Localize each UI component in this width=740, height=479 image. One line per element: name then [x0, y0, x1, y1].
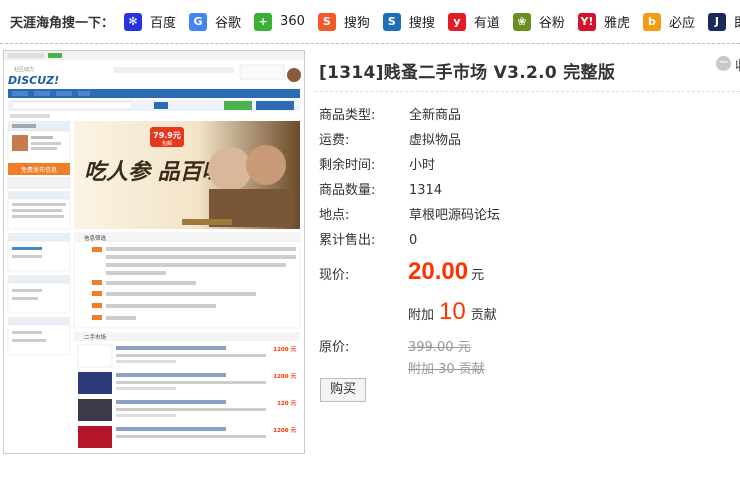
jike-icon: J: [707, 12, 726, 31]
sogou-icon: S: [317, 12, 336, 31]
field-value: 草根吧源码论坛: [409, 208, 501, 223]
engine-gufen[interactable]: ❀ 谷粉: [512, 12, 565, 31]
filter-title: 信息筛选: [84, 234, 107, 242]
extra-unit: 贡献: [470, 308, 497, 323]
field-quantity: 商品数量: 1314: [319, 179, 442, 198]
engine-yahoo[interactable]: Y! 雅虎: [577, 12, 630, 31]
current-price-row: 现价: 20.00 元: [319, 258, 484, 286]
banner-badge-sub: 包邮: [162, 140, 172, 147]
field-label: 运费:: [319, 133, 350, 148]
minus-icon[interactable]: −: [716, 56, 731, 71]
engine-label: 即刻: [734, 12, 740, 31]
listing-price: 1200 元: [273, 373, 296, 380]
post-info-button: 免费发布信息: [21, 166, 57, 174]
price-unit: 元: [471, 268, 485, 283]
engine-soso[interactable]: S 搜搜: [382, 12, 435, 31]
discuz-logo: DISCUZ!: [8, 74, 59, 87]
field-label: 商品类型:: [319, 108, 376, 123]
engine-label: 雅虎: [603, 16, 630, 31]
engine-label: 谷粉: [538, 16, 565, 31]
listing-price: 1200 元: [273, 427, 296, 434]
search-bar-label: 天涯海角搜一下：: [10, 16, 115, 31]
field-label: 商品数量:: [319, 183, 376, 198]
engine-list: ✻ 百度 G 谷歌 +360 S 搜狗 S 搜搜 y 有道 ❀ 谷粉 Y! 雅虎 b 必应 J 即刻: [124, 12, 740, 31]
field-value: 小时: [409, 158, 436, 173]
paw-icon: ✻: [124, 12, 143, 31]
field-shipping: 运费: 虚拟物品: [319, 129, 461, 148]
original-extra: 附加 30 贡献: [408, 362, 485, 377]
collapse-link[interactable]: 收: [735, 55, 740, 74]
field-product-type: 商品类型: 全新商品: [319, 104, 461, 123]
field-label: 剩余时间:: [319, 158, 376, 173]
original-price: 399.00 元: [408, 340, 471, 355]
bing-icon: b: [642, 12, 661, 31]
soso-icon: S: [382, 12, 401, 31]
360-icon: +: [254, 12, 273, 31]
section-title: 二手市场: [84, 333, 107, 341]
engine-youdao[interactable]: y 有道: [447, 12, 500, 31]
banner-price-badge: 79.9元: [153, 131, 181, 140]
engine-label: 搜搜: [408, 16, 435, 31]
listing-price: 1200 元: [273, 346, 296, 353]
field-time-left: 剩余时间: 小时: [319, 154, 435, 173]
field-value: 全新商品: [409, 108, 462, 123]
buy-button[interactable]: 购买: [320, 378, 366, 402]
engine-google[interactable]: G 谷歌: [189, 12, 241, 31]
engine-360[interactable]: +360: [254, 12, 305, 31]
discuz-screenshot-preview: 社区动力 DISCUZ! 免费发布信息 吃人参 品百味! 79.9元 包邮 信息…: [4, 51, 304, 453]
extra-cost-row: 附加 10 贡献: [408, 298, 497, 326]
current-price-label: 现价:: [319, 268, 350, 283]
field-total-sold: 累计售出: 0: [319, 229, 417, 248]
extra-prefix: 附加: [408, 308, 435, 323]
engine-label: 必应: [668, 16, 695, 31]
original-price-label: 原价:: [319, 340, 350, 355]
divider: [315, 91, 740, 92]
logo-sub-text: 社区动力: [14, 66, 34, 73]
listing-price: 120 元: [277, 400, 296, 407]
field-label: 地点:: [319, 208, 350, 223]
engine-sogou[interactable]: S 搜狗: [317, 12, 370, 31]
field-value: 虚拟物品: [409, 133, 462, 148]
search-engine-bar: 天涯海角搜一下： ✻ 百度 G 谷歌 +360 S 搜狗 S 搜搜 y 有道 ❀ 谷粉 Y! 雅虎 b 必应 J即…: [0, 0, 740, 44]
extra-amount: 10: [439, 298, 466, 325]
current-price: 20.00: [408, 258, 469, 285]
yahoo-icon: Y!: [577, 12, 596, 31]
engine-bing[interactable]: b 必应: [642, 12, 695, 31]
engine-label: 百度: [150, 16, 177, 31]
product-title: [1314]贱蚤二手市场 V3.2.0 完整版: [319, 63, 616, 83]
engine-jike[interactable]: J 即刻: [707, 12, 740, 31]
field-label: 累计售出:: [319, 233, 376, 248]
product-image[interactable]: 社区动力 DISCUZ! 免费发布信息 吃人参 品百味! 79.9元 包邮 信息…: [3, 50, 305, 454]
google-icon: G: [189, 12, 208, 31]
field-location: 地点: 草根吧源码论坛: [319, 204, 500, 223]
engine-label: 360: [280, 14, 305, 29]
field-value: 1314: [409, 183, 443, 198]
engine-label: 有道: [473, 16, 500, 31]
engine-label: 谷歌: [215, 16, 242, 31]
youdao-icon: y: [447, 12, 466, 31]
gufen-icon: ❀: [512, 12, 531, 31]
engine-paw[interactable]: ✻ 百度: [124, 12, 176, 31]
field-value: 0: [409, 233, 418, 248]
engine-label: 搜狗: [343, 16, 370, 31]
